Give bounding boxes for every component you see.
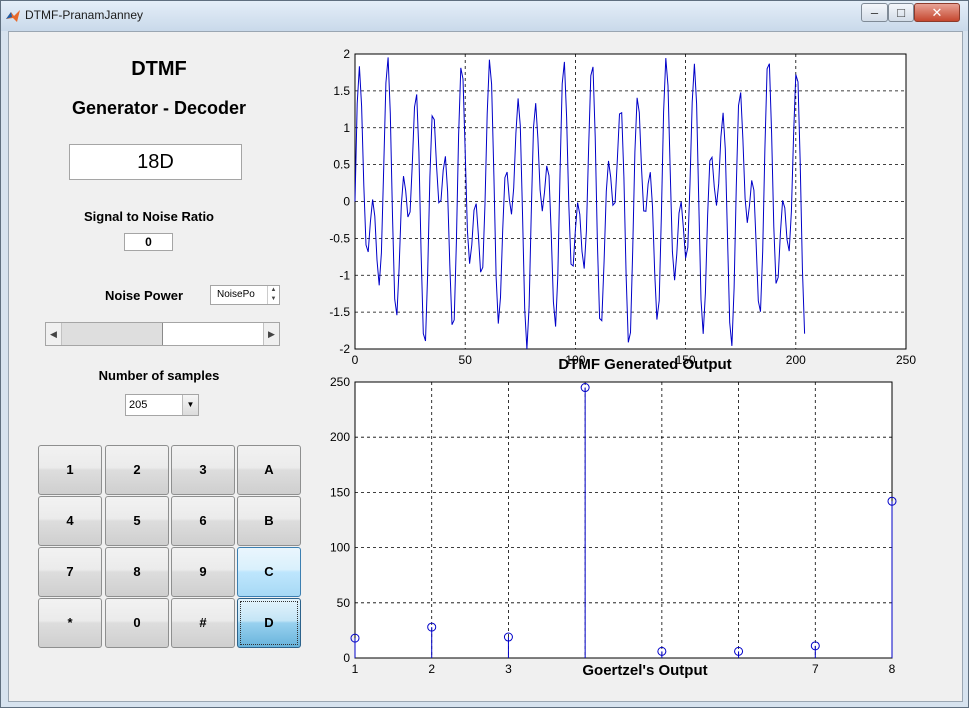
maximize-icon: □ (897, 5, 905, 20)
chart1-title: DTMF Generated Output (558, 356, 731, 373)
chart1-ytick-label: 1 (343, 121, 350, 135)
key-1-button[interactable]: 1 (38, 445, 102, 495)
num-samples-select[interactable]: 205 ▼ (125, 394, 199, 416)
snr-input[interactable]: 0 (124, 233, 173, 251)
heading-generator-decoder: Generator - Decoder (71, 98, 247, 118)
snr-label: Signal to Noise Ratio (83, 209, 214, 224)
dtmf-output-chart: 0 50 100 150 200 250-2-1.5-1-0.500.511.52 DTM… (329, 47, 916, 373)
goertzel-output-chart: 1 2 3 7 8 0 50 100 150 200 250 Goertzel's Output (330, 375, 897, 679)
noise-power-field[interactable]: NoisePo ▲ ▼ (210, 285, 280, 305)
chart2-xtick-label: 3 (505, 662, 512, 676)
chart1-xtick-label: 50 (459, 353, 473, 367)
num-samples-label: Number of samples (98, 368, 220, 383)
maximize-button[interactable]: □ (888, 3, 914, 22)
keypad: 1 2 3 A 4 5 6 B 7 8 9 C * 0 # D (38, 445, 303, 648)
noise-power-value: NoisePo (217, 289, 255, 300)
chart2-title: Goertzel's Output (582, 662, 707, 679)
chart2-plot-area (354, 381, 893, 659)
num-samples-value: 205 (129, 399, 148, 411)
chevron-down-icon[interactable]: ▼ (182, 395, 198, 415)
chart1-xtick-label: 0 (352, 353, 359, 367)
key-7-button[interactable]: 7 (38, 547, 102, 597)
spin-arrows-icon[interactable]: ▲ ▼ (267, 286, 279, 304)
chart2-ytick-label: 150 (330, 485, 350, 499)
matlab-logo-icon (6, 10, 20, 22)
chart2-ytick-label: 100 (330, 541, 350, 555)
chart2-ytick-label: 0 (343, 651, 350, 665)
window-title: DTMF-PranamJanney (25, 8, 144, 22)
key-8-button[interactable]: 8 (105, 547, 169, 597)
chart1-ytick-label: 0 (343, 195, 350, 209)
key-5-button[interactable]: 5 (105, 496, 169, 546)
noise-power-slider[interactable]: ◀ ▶ (45, 322, 280, 346)
chart2-ytick-label: 50 (337, 596, 351, 610)
chart2-xtick-label: 7 (812, 662, 819, 676)
key-2-button[interactable]: 2 (105, 445, 169, 495)
chart1-ytick-label: 2 (343, 47, 350, 61)
close-icon: ✕ (931, 5, 943, 20)
chart2-xtick-label: 2 (428, 662, 435, 676)
chart1-xtick-label: 200 (786, 353, 806, 367)
chart1-ytick-label: -1.5 (329, 305, 350, 319)
title-bar[interactable]: DTMF-PranamJanney – □ ✕ (1, 1, 968, 31)
chart1-ytick-label: 0.5 (333, 158, 350, 172)
chart1-xtick-label: 250 (896, 353, 916, 367)
key-6-button[interactable]: 6 (171, 496, 235, 546)
key-c-button[interactable]: C (237, 547, 301, 597)
key-b-button[interactable]: B (237, 496, 301, 546)
heading-dtmf: DTMF (131, 58, 187, 80)
key-9-button[interactable]: 9 (171, 547, 235, 597)
dialed-number-display[interactable]: 18D (69, 144, 242, 180)
key-hash-button[interactable]: # (171, 598, 235, 648)
slider-left-arrow-icon[interactable]: ◀ (46, 323, 62, 345)
chart2-ytick-label: 250 (330, 375, 350, 389)
chart1-ytick-label: -1 (339, 268, 350, 282)
key-4-button[interactable]: 4 (38, 496, 102, 546)
figure-area: DTMF Generator - Decoder 18D Signal to N… (8, 31, 963, 702)
chart1-ytick-label: 1.5 (333, 84, 350, 98)
minimize-icon: – (870, 5, 879, 20)
key-a-button[interactable]: A (237, 445, 301, 495)
slider-thumb[interactable] (162, 323, 267, 345)
chart2-xtick-label: 8 (889, 662, 896, 676)
noise-power-label: Noise Power (104, 288, 184, 303)
app-window: DTMF-PranamJanney – □ ✕ DTMF Generator -… (0, 0, 969, 708)
key-d-button[interactable]: D (237, 598, 301, 648)
close-button[interactable]: ✕ (914, 3, 960, 22)
minimize-button[interactable]: – (861, 3, 888, 22)
key-0-button[interactable]: 0 (105, 598, 169, 648)
chart1-ytick-label: -2 (339, 342, 350, 356)
slider-right-arrow-icon[interactable]: ▶ (263, 323, 279, 345)
chart2-ytick-label: 200 (330, 430, 350, 444)
key-star-button[interactable]: * (38, 598, 102, 648)
key-3-button[interactable]: 3 (171, 445, 235, 495)
chart2-xtick-label: 1 (352, 662, 359, 676)
chart1-ytick-label: -0.5 (329, 231, 350, 245)
